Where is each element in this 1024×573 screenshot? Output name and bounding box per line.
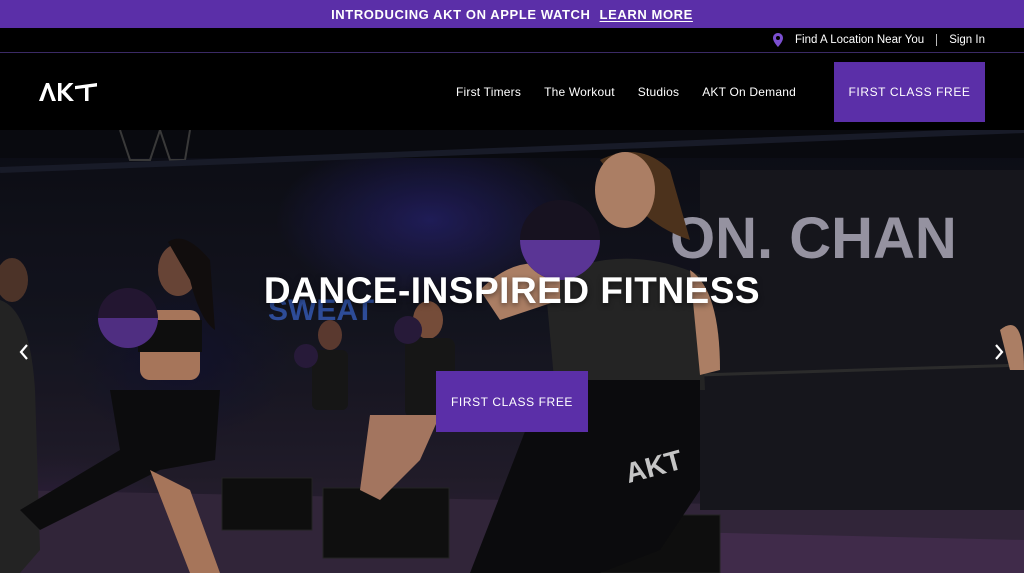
hero-banner: ON. CHAN SWEAT AKT <box>0 130 1024 573</box>
chevron-left-icon <box>19 344 28 360</box>
main-navigation: First Timers The Workout Studios AKT On … <box>0 54 1024 130</box>
utility-bar: Find A Location Near You Sign In <box>0 28 1024 53</box>
hero-background-image: ON. CHAN SWEAT AKT <box>0 130 1024 573</box>
utility-divider <box>936 34 938 46</box>
akt-logo[interactable] <box>39 82 99 102</box>
carousel-next-button[interactable] <box>991 342 1007 362</box>
nav-akt-on-demand[interactable]: AKT On Demand <box>702 85 796 99</box>
hero-first-class-free-button[interactable]: FIRST CLASS FREE <box>436 371 588 432</box>
nav-studios[interactable]: Studios <box>638 85 679 99</box>
announcement-bar: INTRODUCING AKT ON APPLE WATCH LEARN MOR… <box>0 0 1024 28</box>
nav-links: First Timers The Workout Studios AKT On … <box>456 54 819 130</box>
announcement-text: INTRODUCING AKT ON APPLE WATCH <box>331 6 591 22</box>
nav-first-class-free-button[interactable]: FIRST CLASS FREE <box>834 62 985 122</box>
nav-first-timers[interactable]: First Timers <box>456 85 521 99</box>
nav-the-workout[interactable]: The Workout <box>544 85 615 99</box>
carousel-prev-button[interactable] <box>16 342 32 362</box>
hero-title: DANCE-INSPIRED FITNESS <box>263 270 761 311</box>
find-location-link[interactable]: Find A Location Near You <box>795 34 924 46</box>
learn-more-link[interactable]: LEARN MORE <box>600 7 693 22</box>
map-pin-icon <box>773 33 784 47</box>
chevron-right-icon <box>995 344 1004 360</box>
sign-in-link[interactable]: Sign In <box>949 34 985 46</box>
